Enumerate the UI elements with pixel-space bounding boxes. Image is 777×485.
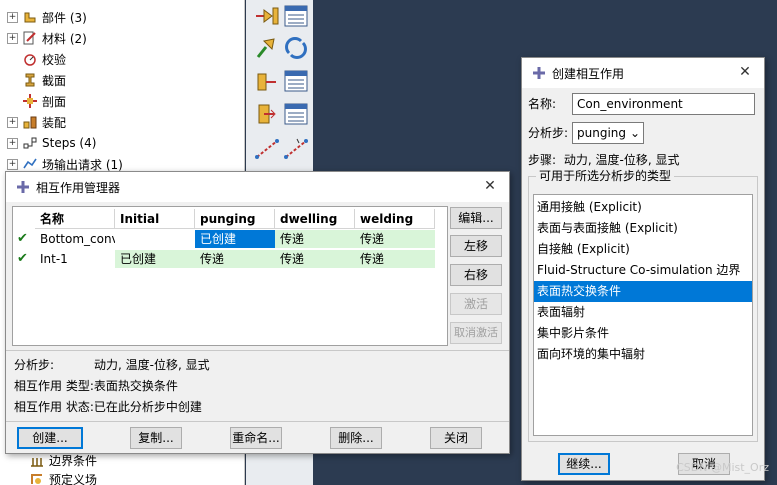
- check-icon: ✔: [17, 251, 28, 266]
- column-header-welding[interactable]: welding: [355, 209, 435, 229]
- row-cell-punging[interactable]: 已创建: [195, 230, 275, 248]
- watermark: CSDN @Mist_Orz: [676, 461, 769, 474]
- move-left-button[interactable]: 左移: [450, 235, 502, 257]
- column-header-name[interactable]: 名称: [35, 209, 115, 229]
- delete-button[interactable]: 删除...: [330, 427, 382, 449]
- procedure-info: 步骤: 动力, 温度-位移, 显式: [528, 153, 680, 167]
- check-icon: ✔: [17, 231, 28, 246]
- name-label: 名称:: [528, 97, 557, 111]
- row-name[interactable]: Bottom_conv: [35, 230, 115, 248]
- expand-icon[interactable]: +: [7, 137, 18, 149]
- column-header-dwelling[interactable]: dwelling: [275, 209, 355, 229]
- name-field[interactable]: Con_environment: [572, 93, 755, 115]
- dialog-title: 创建相互作用: [552, 66, 625, 81]
- interaction-manager-icon[interactable]: [283, 3, 309, 29]
- copy-button[interactable]: 复制...: [130, 427, 182, 449]
- list-item[interactable]: 自接触 (Explicit): [534, 239, 752, 260]
- chevron-down-icon[interactable]: ⌄: [630, 123, 640, 143]
- expand-icon[interactable]: +: [7, 158, 18, 170]
- expand-icon[interactable]: +: [7, 116, 18, 128]
- row-cell-welding[interactable]: 传递: [355, 230, 435, 248]
- row-cell-punging[interactable]: 传递: [195, 250, 275, 268]
- expand-icon[interactable]: +: [7, 11, 18, 23]
- column-header-initial[interactable]: Initial: [115, 209, 195, 229]
- constraint-manager-icon[interactable]: [283, 68, 309, 94]
- interaction-manager-dialog: 相互作用管理器 ✕ 名称 Initial punging dwelling we…: [5, 171, 510, 454]
- constraint-icon[interactable]: [283, 35, 309, 61]
- profile-icon: [23, 94, 37, 108]
- column-header-punging[interactable]: punging: [195, 209, 275, 229]
- list-item-selected[interactable]: 表面热交换条件: [534, 281, 752, 302]
- close-icon[interactable]: ✕: [738, 65, 752, 79]
- row-name[interactable]: Int-1: [35, 250, 115, 268]
- row-cell-welding[interactable]: 传递: [355, 250, 435, 268]
- row-cell-dwelling[interactable]: 传递: [275, 250, 355, 268]
- connector-manager-icon[interactable]: [283, 101, 309, 127]
- type-list[interactable]: 通用接触 (Explicit) 表面与表面接触 (Explicit) 自接触 (…: [533, 194, 753, 436]
- interaction-property-icon[interactable]: [254, 35, 280, 61]
- predefined-field-icon: [31, 474, 42, 484]
- edit-button[interactable]: 编辑...: [450, 207, 502, 229]
- rename-button[interactable]: 重命名...: [230, 427, 282, 449]
- tree-item-steps[interactable]: + Steps (4): [0, 133, 96, 153]
- dialog-title-bar[interactable]: 相互作用管理器 ✕: [6, 172, 509, 202]
- dialog-title: 相互作用管理器: [36, 180, 121, 195]
- list-item[interactable]: 集中影片条件: [534, 323, 752, 344]
- abaqus-cross-icon: [17, 181, 29, 193]
- list-item[interactable]: 表面与表面接触 (Explicit): [534, 218, 752, 239]
- tree-item-calibration[interactable]: 校验: [0, 49, 66, 69]
- create-connector-icon[interactable]: [254, 68, 280, 94]
- abaqus-cross-icon: [533, 67, 545, 79]
- list-item[interactable]: 表面辐射: [534, 302, 752, 323]
- assembly-icon: [23, 116, 37, 129]
- connector-section-icon[interactable]: [254, 101, 280, 127]
- tree-item-profiles[interactable]: 剖面: [0, 91, 66, 111]
- list-item[interactable]: 面向环境的集中辐射: [534, 344, 752, 365]
- continue-button[interactable]: 继续...: [558, 453, 610, 475]
- status-info: 相互作用 状态:已在此分析步中创建: [14, 400, 202, 414]
- dialog-title-bar[interactable]: 创建相互作用 ✕: [522, 58, 764, 88]
- type-group-label: 可用于所选分析步的类型: [536, 169, 675, 183]
- expand-icon[interactable]: +: [7, 32, 18, 44]
- create-interaction-dialog: 创建相互作用 ✕ 名称: Con_environment 分析步: pungin…: [521, 57, 765, 481]
- section-icon: [25, 73, 35, 87]
- move-right-button[interactable]: 右移: [450, 264, 502, 286]
- calibration-icon: [24, 54, 36, 66]
- deactivate-button[interactable]: 取消激活: [450, 322, 502, 344]
- tree-item-assembly[interactable]: + 装配: [0, 112, 66, 132]
- activate-button[interactable]: 激活: [450, 293, 502, 315]
- field-output-icon: [23, 158, 37, 169]
- interaction-icon[interactable]: [254, 3, 280, 29]
- tree-item-sections[interactable]: 截面: [0, 70, 66, 90]
- parts-icon: [24, 12, 36, 23]
- close-button[interactable]: 关闭: [430, 427, 482, 449]
- interaction-table[interactable]: 名称 Initial punging dwelling welding ✔ Bo…: [12, 206, 448, 346]
- list-item[interactable]: 通用接触 (Explicit): [534, 197, 752, 218]
- wire-manager-icon[interactable]: [283, 135, 309, 161]
- row-cell-initial[interactable]: [115, 230, 195, 248]
- list-item[interactable]: Fluid-Structure Co-simulation 边界: [534, 260, 752, 281]
- tree-item-materials[interactable]: + 材料 (2): [0, 28, 87, 48]
- create-button[interactable]: 创建...: [17, 427, 83, 449]
- row-cell-initial[interactable]: 已创建: [115, 250, 195, 268]
- tree-item-predefined-fields[interactable]: 预定义场: [0, 469, 97, 485]
- row-cell-dwelling[interactable]: 传递: [275, 230, 355, 248]
- boundary-condition-icon: [31, 458, 43, 467]
- step-info: 分析步: 动力, 温度-位移, 显式: [14, 358, 210, 372]
- materials-icon: [23, 31, 36, 45]
- type-info: 相互作用 类型:表面热交换条件: [14, 379, 178, 393]
- step-select[interactable]: punging ⌄: [572, 122, 644, 144]
- close-icon[interactable]: ✕: [483, 179, 497, 193]
- wire-icon[interactable]: [254, 135, 280, 161]
- tree-item-parts[interactable]: + 部件 (3): [0, 7, 87, 27]
- step-label: 分析步:: [528, 126, 569, 140]
- steps-icon: [23, 137, 37, 149]
